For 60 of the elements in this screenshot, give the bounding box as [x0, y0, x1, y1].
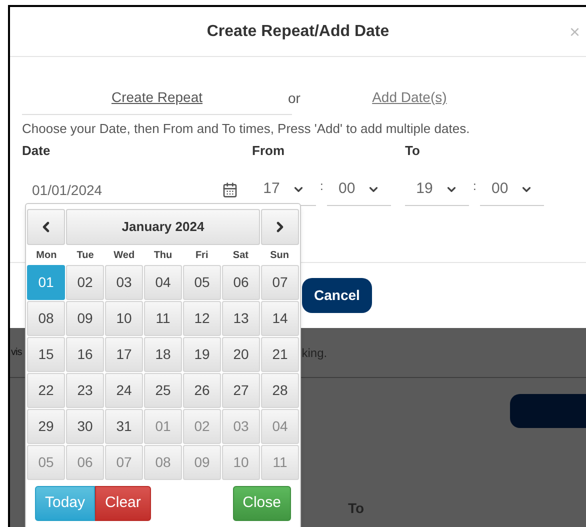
instructions-text: Choose your Date, then From and To times, Press 'Add' to add multiple dates.	[21, 120, 471, 138]
tab-link[interactable]: Create Repeat	[111, 87, 203, 108]
or-text: or	[288, 89, 300, 108]
day-cell[interactable]: 06	[222, 265, 260, 300]
day-cell[interactable]: 28	[261, 373, 299, 408]
day-cell[interactable]: 09	[66, 301, 104, 336]
day-cell[interactable]: 18	[144, 337, 182, 372]
field-label: To	[348, 499, 366, 518]
field-label: From	[252, 142, 286, 160]
day-cell[interactable]: 15	[27, 337, 65, 372]
day-cell[interactable]: 27	[222, 373, 260, 408]
field-label: Date	[22, 142, 52, 160]
day-cell[interactable]: 07	[261, 265, 299, 300]
day-cell[interactable]: 23	[66, 373, 104, 408]
day-cell[interactable]: 10	[105, 301, 143, 336]
day-cell[interactable]: 26	[183, 373, 221, 408]
tab-link[interactable]: Add Date(s)	[372, 87, 447, 108]
day-cell[interactable]: 19	[183, 337, 221, 372]
month-title-button[interactable]: January 2024	[66, 209, 260, 245]
cancel-button[interactable]: Cancel	[302, 278, 372, 313]
day-cell[interactable]: 25	[144, 373, 182, 408]
weekday-label: Tue	[76, 248, 94, 262]
minute-select[interactable]: 00	[480, 174, 544, 206]
partial-text: king.	[302, 344, 328, 362]
day-cell[interactable]: 08	[27, 301, 65, 336]
weekday-label: Fri	[195, 248, 208, 262]
minute-select[interactable]: 00	[327, 174, 392, 206]
prev-month-button[interactable]	[27, 209, 65, 245]
day-cell[interactable]: 16	[66, 337, 104, 372]
day-cell[interactable]: 12	[183, 301, 221, 336]
day-cell[interactable]: 31	[105, 409, 143, 444]
day-cell[interactable]: 14	[261, 301, 299, 336]
partial-text: vis	[11, 346, 22, 360]
time-separator: :	[320, 178, 324, 195]
time-separator: :	[473, 178, 476, 195]
calendar-icon	[222, 182, 238, 198]
day-cell[interactable]: 29	[27, 409, 65, 444]
day-cell[interactable]: 22	[27, 373, 65, 408]
danger-button[interactable]: Clear	[95, 486, 151, 521]
weekday-label: Sun	[270, 248, 290, 262]
day-cell[interactable]: 21	[261, 337, 299, 372]
day-cell[interactable]: 04	[144, 265, 182, 300]
dialog-title: Create Repeat/Add Date	[206, 22, 390, 42]
date-field[interactable]: 01/01/2024	[22, 174, 240, 206]
day-cell[interactable]: 24	[105, 373, 143, 408]
weekday-label: Sat	[232, 248, 248, 262]
day-cell[interactable]: 03	[105, 265, 143, 300]
weekday-label: Wed	[114, 248, 135, 262]
day-cell[interactable]: 30	[66, 409, 104, 444]
weekday-label: Thu	[154, 248, 172, 262]
hour-select[interactable]: 19	[405, 174, 469, 206]
day-cell[interactable]: 20	[222, 337, 260, 372]
weekday-label: Mon	[36, 248, 57, 262]
day-cell[interactable]: 02	[66, 265, 104, 300]
day-cell[interactable]: 05	[183, 265, 221, 300]
field-label: To	[405, 142, 420, 160]
day-cell[interactable]: 13	[222, 301, 260, 336]
day-cell[interactable]: 11	[144, 301, 182, 336]
day-cell[interactable]: 17	[105, 337, 143, 372]
next-month-button[interactable]	[261, 209, 299, 245]
